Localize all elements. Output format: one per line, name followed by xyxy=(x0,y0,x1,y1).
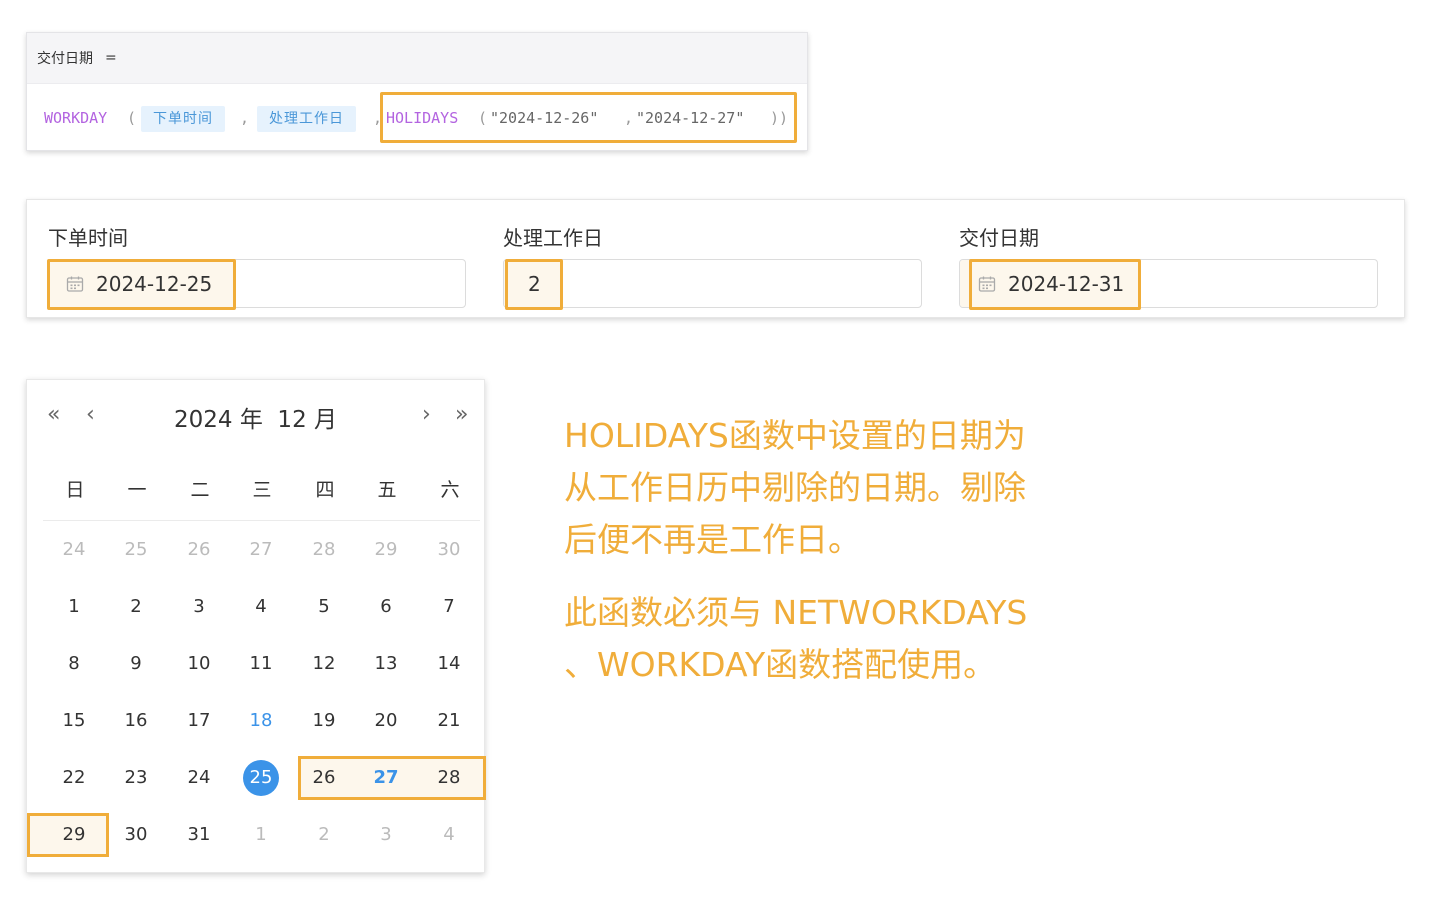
calendar-day[interactable]: 19 xyxy=(293,703,355,739)
weekday-label: 四 xyxy=(315,479,335,501)
calendar-day[interactable]: 28 xyxy=(293,532,355,568)
field-label-delivery-date: 交付日期 xyxy=(959,226,1039,250)
annotation-line-1: HOLIDAYS函数中设置的日期为 xyxy=(564,416,1026,455)
annotation-line-4: 此函数必须与 NETWORKDAYS xyxy=(564,593,1028,632)
calendar-day[interactable]: 24 xyxy=(168,760,230,796)
calendar-day[interactable]: 7 xyxy=(418,589,480,625)
selected-day-marker: 25 xyxy=(243,760,279,796)
calendar-day[interactable]: 6 xyxy=(355,589,417,625)
formula-header: 交付日期 = xyxy=(27,33,807,84)
calendar-day[interactable]: 27 xyxy=(355,760,417,796)
calendar-day[interactable]: 3 xyxy=(355,817,417,853)
work-days-highlight xyxy=(505,259,563,310)
formula-field-name: 交付日期 xyxy=(37,51,93,67)
calendar-day[interactable]: 30 xyxy=(105,817,167,853)
order-time-highlight xyxy=(47,259,236,310)
formula-equals-sign: = xyxy=(105,50,117,66)
calendar-day[interactable]: 28 xyxy=(418,760,480,796)
calendar-day[interactable]: 12 xyxy=(293,646,355,682)
calendar-day[interactable]: 1 xyxy=(230,817,292,853)
calendar-day[interactable]: 27 xyxy=(230,532,292,568)
calendar-day[interactable]: 17 xyxy=(168,703,230,739)
calendar-day[interactable]: 20 xyxy=(355,703,417,739)
holidays-highlight xyxy=(380,92,797,143)
calendar-day[interactable]: 4 xyxy=(230,589,292,625)
calendar-day[interactable]: 23 xyxy=(105,760,167,796)
weekday-label: 三 xyxy=(252,479,272,501)
delivery-date-highlight xyxy=(969,259,1141,310)
weekday-label: 六 xyxy=(440,479,460,501)
calendar-day[interactable]: 4 xyxy=(418,817,480,853)
annotation-line-2: 从工作日历中剔除的日期。剔除 xyxy=(564,468,1026,507)
date-picker-calendar: « ‹ 2024 年 12 月 › » 日一二三四五六 24 25 26 27 28 29… xyxy=(26,379,486,873)
calendar-day[interactable]: 29 xyxy=(355,532,417,568)
formula-expression[interactable]: WORKDAY ( 下单时间 , 处理工作日 , HOLIDAYS ( "202… xyxy=(27,84,807,152)
calendar-day[interactable]: 13 xyxy=(355,646,417,682)
next-year-button[interactable]: » xyxy=(455,402,468,428)
calendar-day[interactable]: 31 xyxy=(168,817,230,853)
work-days-input[interactable]: 2 xyxy=(503,259,922,308)
record-fields: 下单时间 2024-12-25 处理工作日 2 交付日期 2024-12-31 xyxy=(26,199,1405,318)
calendar-day[interactable]: 24 xyxy=(43,532,105,568)
calendar-day[interactable]: 2 xyxy=(105,589,167,625)
calendar-day-selected[interactable]: 25 xyxy=(230,760,292,796)
calendar-day[interactable]: 3 xyxy=(168,589,230,625)
calendar-day[interactable]: 5 xyxy=(293,589,355,625)
calendar-day[interactable]: 2 xyxy=(293,817,355,853)
field-tag-order-time[interactable]: 下单时间 xyxy=(141,106,225,132)
calendar-day[interactable]: 15 xyxy=(43,703,105,739)
weekday-label: 二 xyxy=(190,479,210,501)
calendar-day[interactable]: 22 xyxy=(43,760,105,796)
field-label-work-days: 处理工作日 xyxy=(503,226,603,250)
weekday-label: 一 xyxy=(127,479,147,501)
next-month-button[interactable]: › xyxy=(422,402,431,428)
comma-separator: , xyxy=(240,109,250,127)
calendar-day[interactable]: 29 xyxy=(43,817,105,853)
open-paren: ( xyxy=(127,109,137,127)
field-label-order-time: 下单时间 xyxy=(48,226,128,250)
field-tag-work-days[interactable]: 处理工作日 xyxy=(257,106,356,132)
calendar-day[interactable]: 8 xyxy=(43,646,105,682)
calendar-day[interactable]: 16 xyxy=(105,703,167,739)
calendar-day[interactable]: 11 xyxy=(230,646,292,682)
calendar-day[interactable]: 30 xyxy=(418,532,480,568)
calendar-day[interactable]: 9 xyxy=(105,646,167,682)
fn-workday: WORKDAY xyxy=(44,109,108,127)
annotation-line-3: 后便不再是工作日。 xyxy=(564,520,861,559)
calendar-day[interactable]: 25 xyxy=(105,532,167,568)
weekday-label: 日 xyxy=(65,479,85,501)
calendar-day[interactable]: 21 xyxy=(418,703,480,739)
calendar-day[interactable]: 18 xyxy=(230,703,292,739)
calendar-day[interactable]: 26 xyxy=(168,532,230,568)
annotation-line-5: 、WORKDAY函数搭配使用。 xyxy=(564,645,997,684)
calendar-day[interactable]: 10 xyxy=(168,646,230,682)
calendar-day[interactable]: 26 xyxy=(293,760,355,796)
formula-editor[interactable]: 交付日期 = WORKDAY ( 下单时间 , 处理工作日 , HOLIDAYS… xyxy=(26,32,808,151)
weekday-label: 五 xyxy=(377,479,397,501)
calendar-month-title: 2024 年 12 月 xyxy=(173,407,338,433)
calendar-divider xyxy=(43,520,480,521)
calendar-day[interactable]: 14 xyxy=(418,646,480,682)
calendar-day[interactable]: 1 xyxy=(43,589,105,625)
